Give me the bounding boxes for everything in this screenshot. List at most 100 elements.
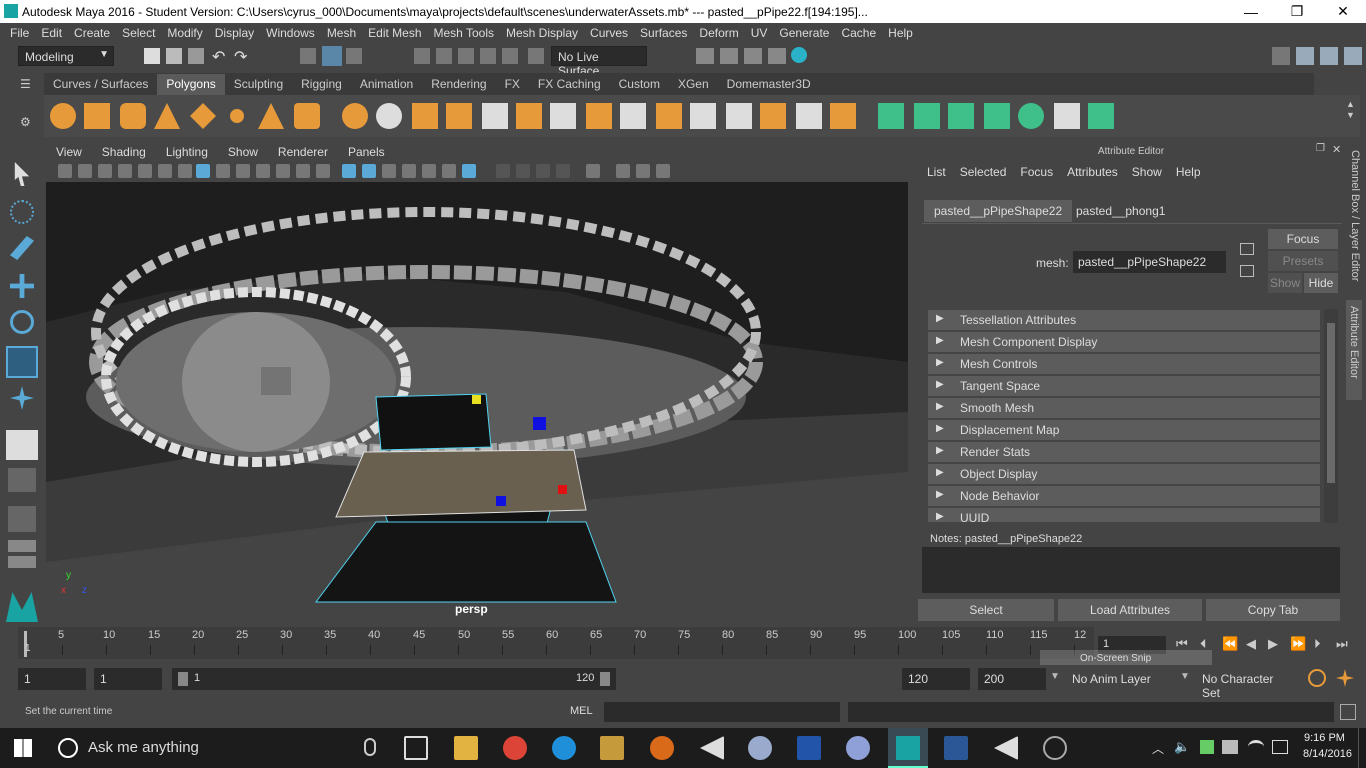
- uv-editor-icon[interactable]: [1054, 103, 1080, 129]
- edge-icon[interactable]: [552, 736, 576, 760]
- snap-curve-icon[interactable]: [436, 48, 452, 64]
- float-panel-icon[interactable]: ❐: [1316, 143, 1325, 154]
- shelf-menu-icon[interactable]: ☰: [20, 77, 31, 91]
- shelf-settings-icon[interactable]: ⚙: [20, 115, 31, 129]
- textured-icon[interactable]: [276, 164, 290, 178]
- camera-icon[interactable]: [58, 164, 72, 178]
- menu-generate[interactable]: Generate: [773, 26, 835, 40]
- default-material-icon[interactable]: [256, 164, 270, 178]
- tab-pasted-pipeshape22[interactable]: pasted__pPipeShape22: [924, 200, 1073, 222]
- select-component-icon[interactable]: [346, 48, 362, 64]
- offset-edge-loop-icon[interactable]: [796, 103, 822, 129]
- film-gate-icon[interactable]: [158, 164, 172, 178]
- character-set-dropdown[interactable]: No Character Set: [1196, 668, 1300, 700]
- shelf-tab-fx-caching[interactable]: FX Caching: [529, 74, 610, 95]
- playback-end-field[interactable]: 120: [902, 668, 970, 690]
- animation-preferences-icon[interactable]: [1336, 669, 1354, 687]
- select-button[interactable]: Select: [918, 599, 1054, 621]
- extrude-icon[interactable]: [516, 103, 542, 129]
- smooth-icon[interactable]: [446, 103, 472, 129]
- section-smooth-mesh[interactable]: ▶ Smooth Mesh: [928, 398, 1320, 418]
- select-hierarchy-icon[interactable]: [300, 48, 316, 64]
- task-view-icon[interactable]: [404, 736, 428, 760]
- section-node-behavior[interactable]: ▶ Node Behavior: [928, 486, 1320, 506]
- section-tessellation-attributes[interactable]: ▶ Tessellation Attributes: [928, 310, 1320, 330]
- shade-wireframe-icon[interactable]: [236, 164, 250, 178]
- message-icon[interactable]: [1272, 740, 1288, 754]
- multi-cut-icon[interactable]: [690, 103, 716, 129]
- insert-edge-loop-icon[interactable]: [760, 103, 786, 129]
- target-weld-icon[interactable]: [726, 103, 752, 129]
- grid-icon[interactable]: [138, 164, 152, 178]
- poly-cylinder-icon[interactable]: [120, 103, 146, 129]
- ae-menu-attributes[interactable]: Attributes: [1060, 165, 1125, 179]
- append-icon[interactable]: [620, 103, 646, 129]
- paint-select-tool-icon[interactable]: [10, 236, 34, 260]
- make-live-icon[interactable]: [528, 48, 544, 64]
- camera-attributes-icon[interactable]: [78, 164, 92, 178]
- screen-space-ao-icon[interactable]: [516, 164, 530, 178]
- poly-torus-icon[interactable]: [224, 103, 250, 129]
- unity-icon-2[interactable]: [994, 736, 1018, 760]
- restore-button[interactable]: ❐: [1274, 0, 1320, 23]
- live-surface-field[interactable]: No Live Surface: [551, 46, 647, 78]
- channel-box-side-tab[interactable]: Channel Box / Layer Editor: [1349, 150, 1361, 290]
- multisample-icon[interactable]: [536, 164, 550, 178]
- shelf-tab-xgen[interactable]: XGen: [669, 74, 718, 95]
- snap-view-plane-icon[interactable]: [480, 48, 496, 64]
- close-button[interactable]: ✕: [1320, 0, 1366, 23]
- chrome-icon[interactable]: [503, 736, 527, 760]
- eclipse-icon[interactable]: [846, 736, 870, 760]
- animation-start-field[interactable]: 1: [18, 668, 86, 690]
- step-forward-key-icon[interactable]: ⏵: [1314, 636, 1321, 652]
- menu-help[interactable]: Help: [882, 26, 919, 40]
- shelf-tab-polygons[interactable]: Polygons: [157, 74, 225, 95]
- lights-icon[interactable]: [296, 164, 310, 178]
- shelf-tab-domemaster3d[interactable]: Domemaster3D: [718, 74, 820, 95]
- menu-select[interactable]: Select: [116, 26, 161, 40]
- bevel-icon[interactable]: [586, 103, 612, 129]
- cortana-icon[interactable]: [58, 738, 78, 758]
- wireframe-icon[interactable]: [196, 164, 210, 178]
- clock-date[interactable]: 8/14/2016: [1303, 748, 1352, 760]
- mel-label[interactable]: MEL: [570, 705, 593, 717]
- animation-end-field[interactable]: 200: [978, 668, 1046, 690]
- chevron-down-icon[interactable]: ▼: [1180, 671, 1190, 682]
- reduce-icon[interactable]: [482, 103, 508, 129]
- poly-cube-icon[interactable]: [84, 103, 110, 129]
- mesh-name-field[interactable]: pasted__pPipeShape22: [1073, 251, 1226, 273]
- isolate-select-icon[interactable]: [462, 164, 476, 178]
- menu-modify[interactable]: Modify: [161, 26, 208, 40]
- shelf-tab-fx[interactable]: FX: [496, 74, 529, 95]
- viewport-menu-renderer[interactable]: Renderer: [268, 145, 338, 159]
- menu-windows[interactable]: Windows: [260, 26, 321, 40]
- search-box[interactable]: Ask me anything: [88, 739, 199, 756]
- combine-icon[interactable]: [342, 103, 368, 129]
- attribute-scrollbar-thumb[interactable]: [1327, 323, 1335, 483]
- menu-display[interactable]: Display: [209, 26, 260, 40]
- dropbox-icon[interactable]: [1200, 740, 1214, 754]
- copy-tab-button[interactable]: Copy Tab: [1206, 599, 1340, 621]
- go-to-start-icon[interactable]: ⏮: [1176, 636, 1188, 652]
- time-slider[interactable]: 1 5 10 15 20 25 30 35 40 45 50 55 60 65 …: [18, 627, 1094, 659]
- xray-icon[interactable]: [342, 164, 356, 178]
- select-tool-icon[interactable]: [14, 162, 30, 186]
- undo-icon[interactable]: ↶: [212, 47, 225, 67]
- ae-menu-show[interactable]: Show: [1125, 165, 1169, 179]
- depth-of-field-icon[interactable]: [442, 164, 456, 178]
- workspace-icon[interactable]: [1272, 47, 1290, 65]
- command-input[interactable]: [604, 702, 840, 722]
- menu-mesh-tools[interactable]: Mesh Tools: [428, 26, 500, 40]
- section-mesh-component-display[interactable]: ▶ Mesh Component Display: [928, 332, 1320, 352]
- spherical-uv-icon[interactable]: [948, 103, 974, 129]
- shelf-tab-animation[interactable]: Animation: [351, 74, 422, 95]
- unity-icon[interactable]: [700, 736, 724, 760]
- menu-curves[interactable]: Curves: [584, 26, 634, 40]
- show-button[interactable]: Show: [1268, 273, 1302, 293]
- channel-box-toggle-icon[interactable]: [1320, 47, 1338, 65]
- focus-button[interactable]: Focus: [1268, 229, 1338, 249]
- automatic-uv-icon[interactable]: [984, 103, 1010, 129]
- render-frame-icon[interactable]: [720, 48, 738, 64]
- menu-mesh-display[interactable]: Mesh Display: [500, 26, 584, 40]
- poly-sphere-icon[interactable]: [50, 103, 76, 129]
